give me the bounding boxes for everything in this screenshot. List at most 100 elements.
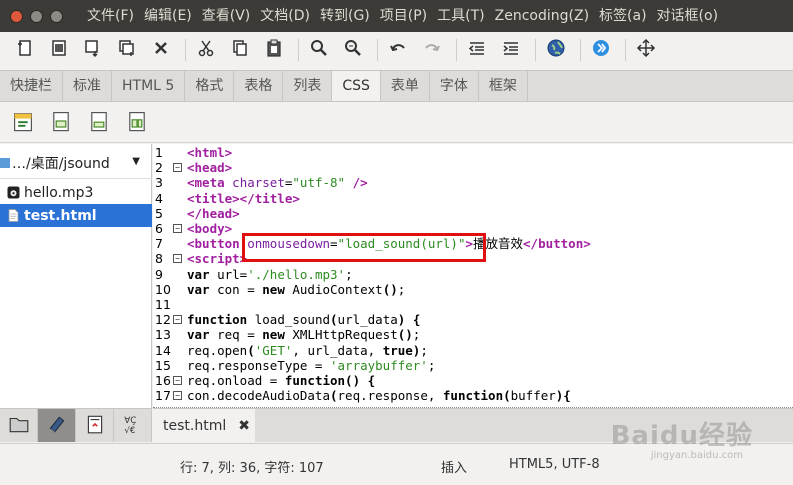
toolbar-separator — [298, 39, 299, 61]
indent-button[interactable] — [496, 36, 526, 64]
tab-1[interactable]: 标准 — [63, 71, 112, 101]
open-icon — [49, 38, 69, 62]
fold-toggle-icon[interactable]: − — [173, 376, 182, 385]
menu-item-1[interactable]: 编辑(E) — [139, 0, 197, 32]
window-maximize-button[interactable] — [50, 9, 63, 23]
new-button[interactable] — [10, 36, 40, 64]
close-tab-icon[interactable]: ✖ — [238, 418, 250, 434]
code-text: function load_sound(url_data) { — [187, 312, 421, 328]
undo-button[interactable] — [383, 36, 413, 64]
search-icon — [309, 38, 329, 62]
line-number: 7 — [155, 236, 163, 252]
code-editor[interactable]: 1 <html> 2− <head> 3 <meta charset="utf-8" />… — [153, 144, 793, 408]
highlight-box — [242, 233, 486, 262]
save-button[interactable] — [78, 36, 108, 64]
file-item[interactable]: test.html — [0, 204, 152, 227]
filebrowser-tab[interactable] — [0, 409, 38, 442]
main-toolbar — [0, 32, 793, 68]
file-item[interactable]: hello.mp3 — [0, 181, 152, 204]
unindent-button[interactable] — [462, 36, 492, 64]
fold-toggle-icon[interactable]: − — [173, 315, 182, 325]
css-dialog-button[interactable] — [10, 110, 36, 136]
redo-button[interactable] — [417, 36, 447, 64]
menu-item-0[interactable]: 文件(F) — [82, 0, 139, 32]
tab-2[interactable]: HTML 5 — [112, 71, 186, 101]
fold-toggle-icon[interactable]: − — [173, 391, 182, 401]
document-tab-test-html[interactable]: test.html ✖ — [153, 409, 255, 442]
code-line: 1 <html> — [153, 145, 793, 160]
line-number: 10 — [155, 281, 171, 297]
line-number: 13 — [155, 327, 171, 343]
menu-item-7[interactable]: Zencoding(Z) — [490, 0, 594, 32]
search-button[interactable] — [304, 36, 334, 64]
css-span-button[interactable] — [86, 110, 112, 136]
line-number: 9 — [155, 266, 163, 282]
fullscreen-button[interactable] — [631, 36, 661, 64]
jump-button[interactable] — [586, 36, 616, 64]
menu-item-3[interactable]: 文档(D) — [255, 0, 315, 32]
folder-icon — [0, 157, 10, 168]
fold-toggle-icon[interactable]: − — [173, 224, 182, 233]
main-menu: 文件(F) 编辑(E) 查看(V) 文档(D) 转到(G) 项目(P) 工具(T) Zenco… — [82, 0, 723, 32]
code-line: 11 — [153, 297, 793, 312]
close-button[interactable] — [146, 36, 176, 64]
svg-text:√€: √€ — [124, 425, 136, 434]
save-all-button[interactable] — [112, 36, 142, 64]
charmap-tab[interactable]: ∀Ç √€ — [114, 409, 152, 442]
tab-4[interactable]: 表格 — [234, 71, 284, 101]
tab-8[interactable]: 字体 — [430, 71, 479, 101]
menu-item-8[interactable]: 标签(a) — [594, 0, 652, 32]
open-button[interactable] — [44, 36, 74, 64]
bookmark-icon — [46, 413, 68, 439]
tab-3[interactable]: 格式 — [185, 71, 235, 101]
fold-toggle-icon[interactable]: − — [173, 163, 182, 173]
menu-item-4[interactable]: 转到(G) — [315, 0, 375, 32]
document-encoding[interactable]: HTML5, UTF-8 — [509, 457, 600, 472]
find-next-button[interactable] — [338, 36, 368, 64]
code-line: 4 <title></title> — [153, 191, 793, 206]
tab-0[interactable]: 快捷栏 — [0, 71, 63, 101]
tab-5[interactable]: 列表 — [283, 71, 333, 101]
window-controls — [0, 9, 82, 23]
copy-button[interactable] — [225, 36, 255, 64]
insert-mode[interactable]: 插入 — [441, 457, 467, 476]
code-text: <html> — [187, 145, 233, 160]
quickbar-tabs: 快捷栏 标准 HTML 5 格式 表格 列表 CSS 表单 字体 框架 — [0, 70, 793, 102]
watermark-logo: Baidu经验 — [610, 421, 753, 451]
line-number: 4 — [155, 190, 163, 206]
path-selector[interactable]: …/桌面/jsound ▼ — [0, 147, 152, 179]
find-next-icon — [343, 38, 363, 62]
menubar: 文件(F) 编辑(E) 查看(V) 文档(D) 转到(G) 项目(P) 工具(T) Zenco… — [0, 0, 793, 32]
bookmark-tab[interactable] — [38, 409, 76, 442]
tab-6[interactable]: CSS — [332, 71, 381, 101]
tab-7[interactable]: 表单 — [381, 71, 430, 101]
fold-toggle-icon[interactable]: − — [173, 254, 182, 264]
code-text: var url='./hello.mp3'; — [187, 266, 353, 282]
browser-button[interactable] — [541, 36, 571, 64]
css-div-button[interactable] — [48, 110, 74, 136]
toolbar-separator — [580, 39, 581, 61]
window-minimize-button[interactable] — [30, 9, 43, 23]
html-file-icon — [6, 208, 20, 224]
menu-item-6[interactable]: 工具(T) — [432, 0, 489, 32]
paste-button[interactable] — [259, 36, 289, 64]
menu-item-5[interactable]: 项目(P) — [375, 0, 432, 32]
css-class-button[interactable] — [124, 110, 150, 136]
code-text: <meta charset="utf-8" /> — [187, 175, 368, 191]
code-text: req.open('GET', url_data, true); — [187, 342, 428, 358]
documents-tab[interactable] — [76, 409, 114, 442]
line-number: 11 — [155, 297, 171, 312]
code-line: 9 var url='./hello.mp3'; — [153, 267, 793, 282]
tab-9[interactable]: 框架 — [479, 71, 528, 101]
menu-item-9[interactable]: 对话框(o) — [652, 0, 724, 32]
fullscreen-icon — [636, 38, 656, 62]
cut-button[interactable] — [191, 36, 221, 64]
window-close-button[interactable] — [10, 9, 23, 23]
css-span-icon — [87, 109, 111, 137]
save-icon — [83, 38, 103, 62]
menu-item-2[interactable]: 查看(V) — [197, 0, 256, 32]
audio-file-icon — [6, 185, 20, 201]
unindent-icon — [467, 38, 487, 62]
line-number: 12 — [155, 312, 171, 328]
documents-icon — [84, 413, 106, 439]
